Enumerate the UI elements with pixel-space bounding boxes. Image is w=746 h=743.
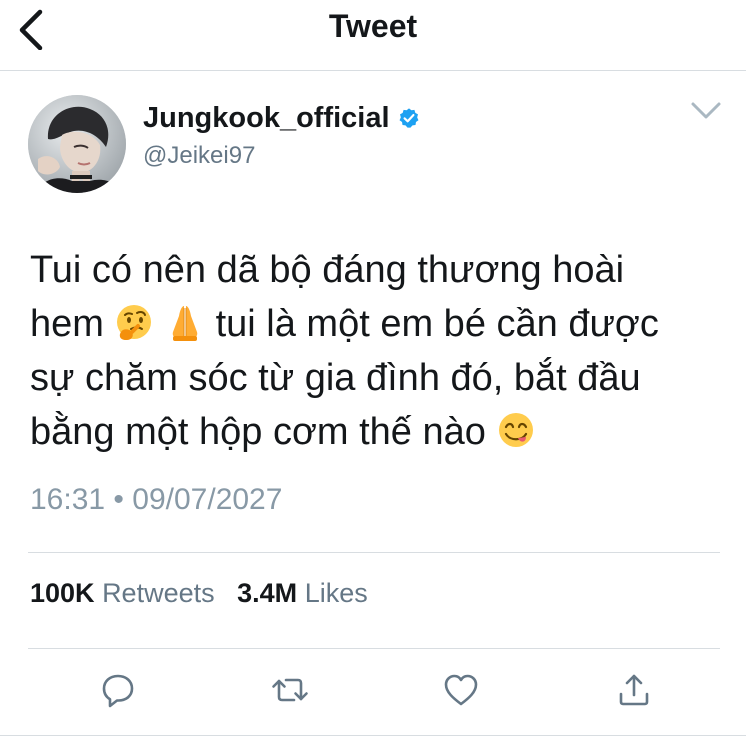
engagement-stats: 100K Retweets 3.4M Likes xyxy=(30,578,368,609)
tweet-line-with-emojis: hem tui là một em bé cần được xyxy=(30,297,730,351)
reply-button[interactable] xyxy=(98,670,138,710)
tweet-text-fragment: tui là một em bé cần được xyxy=(215,303,659,345)
share-icon xyxy=(619,674,649,706)
tweet-detail-screen: Tweet Jungkook_official @Jeikei97 Tui có… xyxy=(0,0,746,743)
likes-count: 3.4M xyxy=(237,578,298,608)
tweet-time: 16:31 xyxy=(30,483,106,516)
retweets-stat[interactable]: 100K Retweets xyxy=(30,578,215,608)
retweet-icon xyxy=(272,678,308,702)
user-handle[interactable]: @Jeikei97 xyxy=(143,142,255,170)
retweets-label: Retweets xyxy=(102,578,215,608)
like-button[interactable] xyxy=(441,670,481,710)
divider xyxy=(28,648,720,649)
tweet-text: Tui có nên dã bộ đáng thương hoài hem tu… xyxy=(30,243,730,459)
reply-icon xyxy=(102,674,134,708)
avatar[interactable] xyxy=(28,95,126,193)
retweet-button[interactable] xyxy=(270,670,310,710)
divider xyxy=(28,552,720,553)
tweet-text-fragment: bằng một hộp cơm thế nào xyxy=(30,411,486,453)
page-title: Tweet xyxy=(328,8,418,44)
tweet-line: sự chăm sóc từ gia đình đó, bắt đầu xyxy=(30,357,641,399)
chevron-down-icon xyxy=(691,102,721,119)
likes-stat[interactable]: 3.4M Likes xyxy=(237,578,368,608)
timestamp-separator: • xyxy=(113,483,124,516)
top-bar: Tweet xyxy=(0,0,746,71)
likes-label: Likes xyxy=(304,578,368,608)
tweet-timestamp[interactable]: 16:31 • 09/07/2027 xyxy=(30,483,282,517)
verified-badge-icon xyxy=(399,108,418,128)
divider xyxy=(0,735,746,736)
tweet-line-with-emoji: bằng một hộp cơm thế nào xyxy=(30,405,730,459)
tweet-line: Tui có nên dã bộ đáng thương hoài xyxy=(30,249,625,291)
action-bar xyxy=(0,670,746,716)
folded-hands-emoji xyxy=(172,306,198,341)
tweet-date: 09/07/2027 xyxy=(132,483,283,516)
share-button[interactable] xyxy=(614,670,654,710)
display-name[interactable]: Jungkook_official xyxy=(143,102,390,135)
tweet-text-fragment: hem xyxy=(30,303,104,345)
thinking-face-emoji xyxy=(117,305,152,340)
more-options-button[interactable] xyxy=(688,96,724,126)
author-name-row[interactable]: Jungkook_official xyxy=(143,100,420,136)
like-icon xyxy=(444,674,478,706)
face-savoring-food-emoji xyxy=(499,413,534,447)
profile-photo xyxy=(28,95,126,193)
retweets-count: 100K xyxy=(30,578,95,608)
